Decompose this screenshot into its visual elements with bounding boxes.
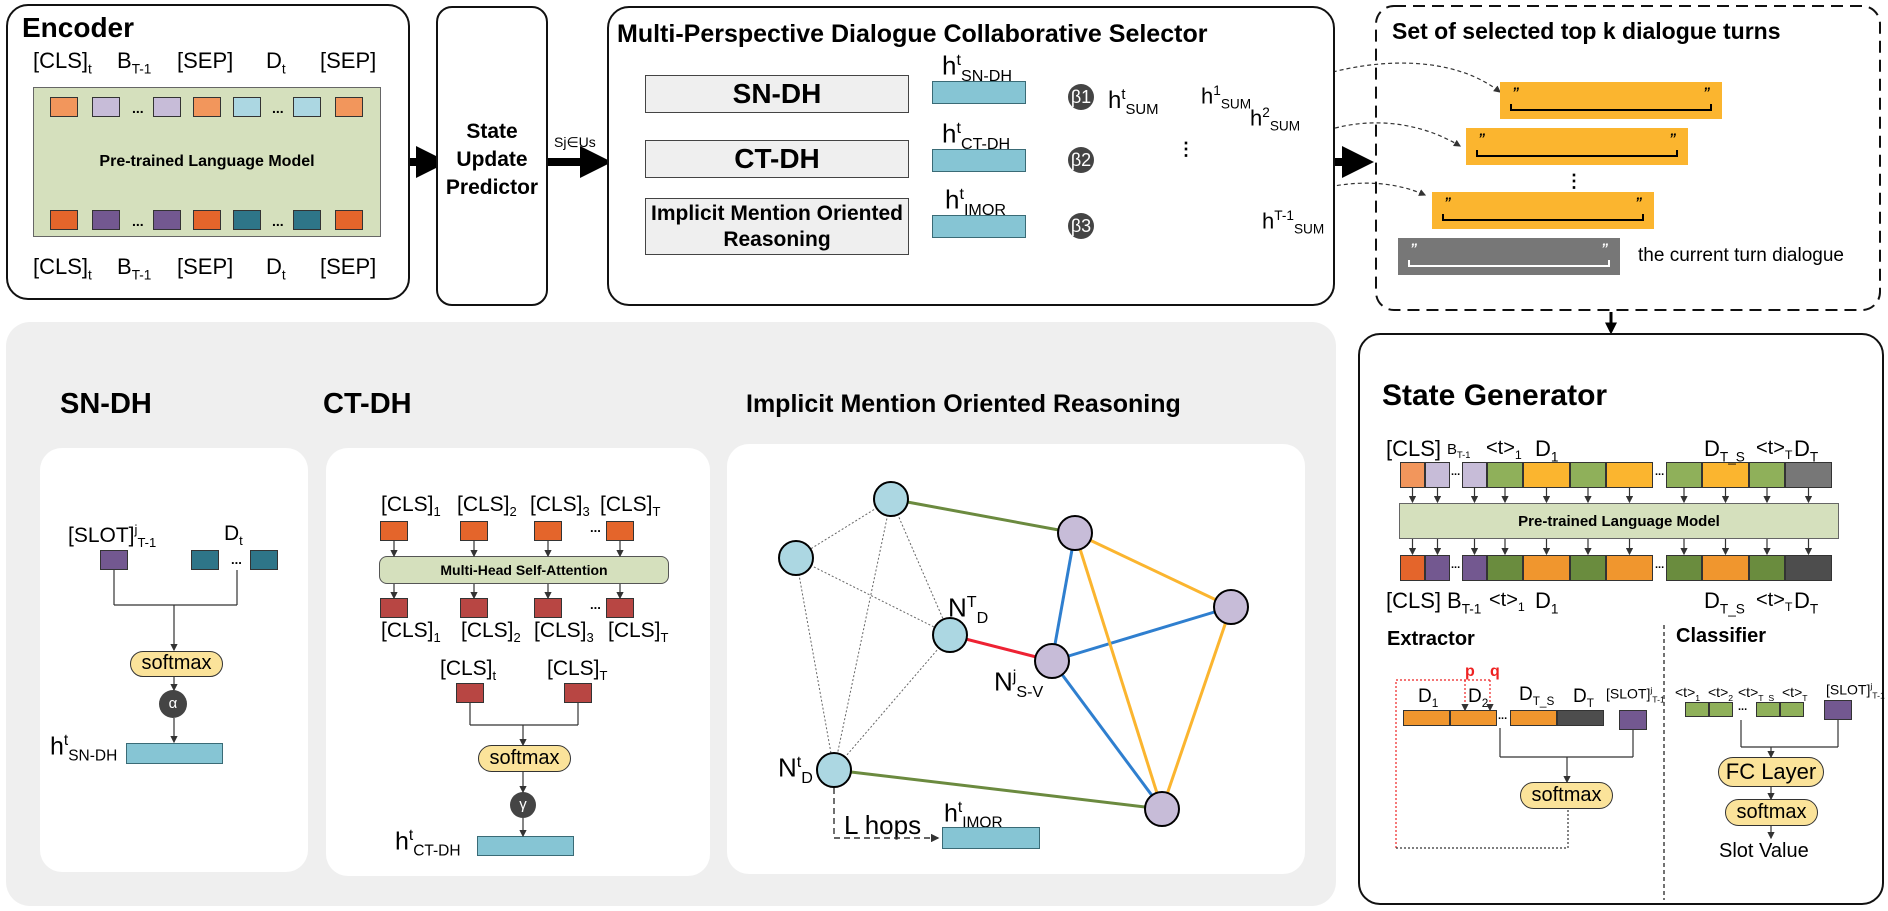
connector <box>1074 531 1232 609</box>
connector <box>833 634 951 771</box>
connector <box>1050 532 1077 662</box>
connector <box>890 497 1076 535</box>
graph-node <box>932 617 968 653</box>
connector <box>795 557 835 771</box>
graph-node <box>778 540 814 576</box>
connector <box>890 498 951 636</box>
graph-node <box>816 752 852 788</box>
lower-connectors <box>113 481 1839 900</box>
graph-node <box>1034 643 1070 679</box>
softmax-feedback <box>1396 808 1569 849</box>
graph-node <box>1213 589 1249 625</box>
connector <box>1050 660 1164 810</box>
graph-node <box>873 481 909 517</box>
connector <box>833 498 892 771</box>
l-hops-path <box>833 788 940 843</box>
connector <box>795 557 951 636</box>
span-pointer <box>1395 679 1490 848</box>
connector <box>833 768 1163 811</box>
connector <box>1073 532 1164 810</box>
connector <box>1051 605 1232 663</box>
connector <box>1160 606 1233 810</box>
graph-node <box>1057 515 1093 551</box>
graph-node <box>1144 791 1180 827</box>
